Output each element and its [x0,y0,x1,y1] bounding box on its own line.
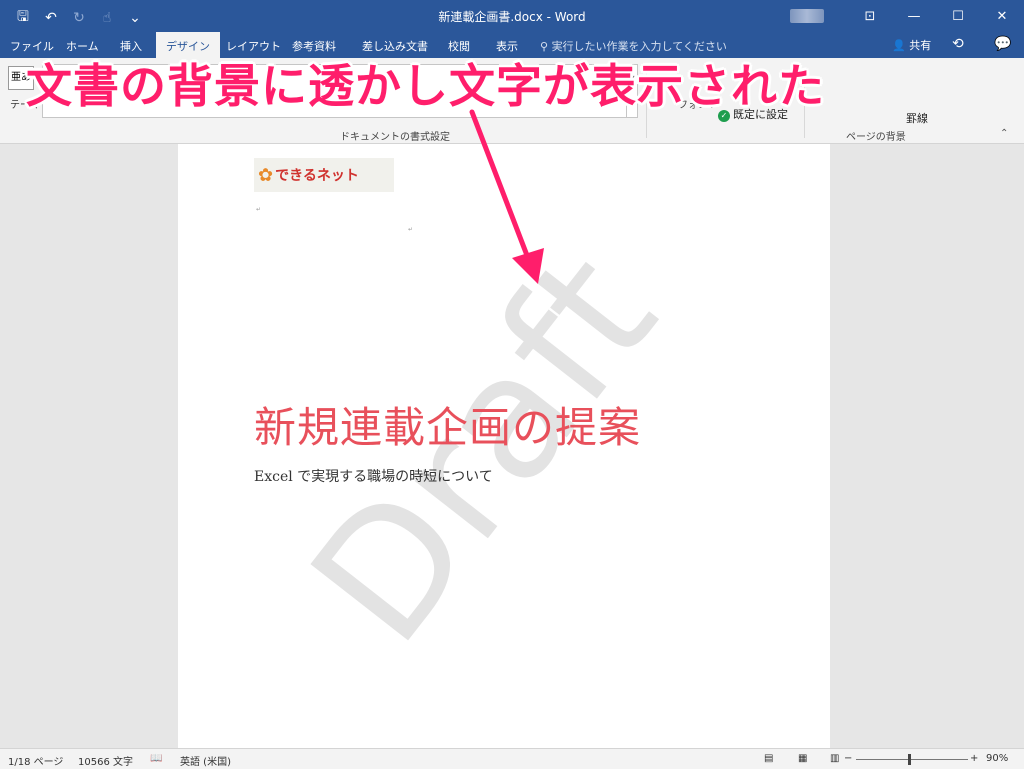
annotation-banner: 文書の背景に透かし文字が表示された [26,59,825,113]
word-window: 🖫 ↶ ↻ ☝ ⌄ 新連載企画書.docx - Word ⊡ — ☐ ✕ ファイ… [0,0,1024,769]
